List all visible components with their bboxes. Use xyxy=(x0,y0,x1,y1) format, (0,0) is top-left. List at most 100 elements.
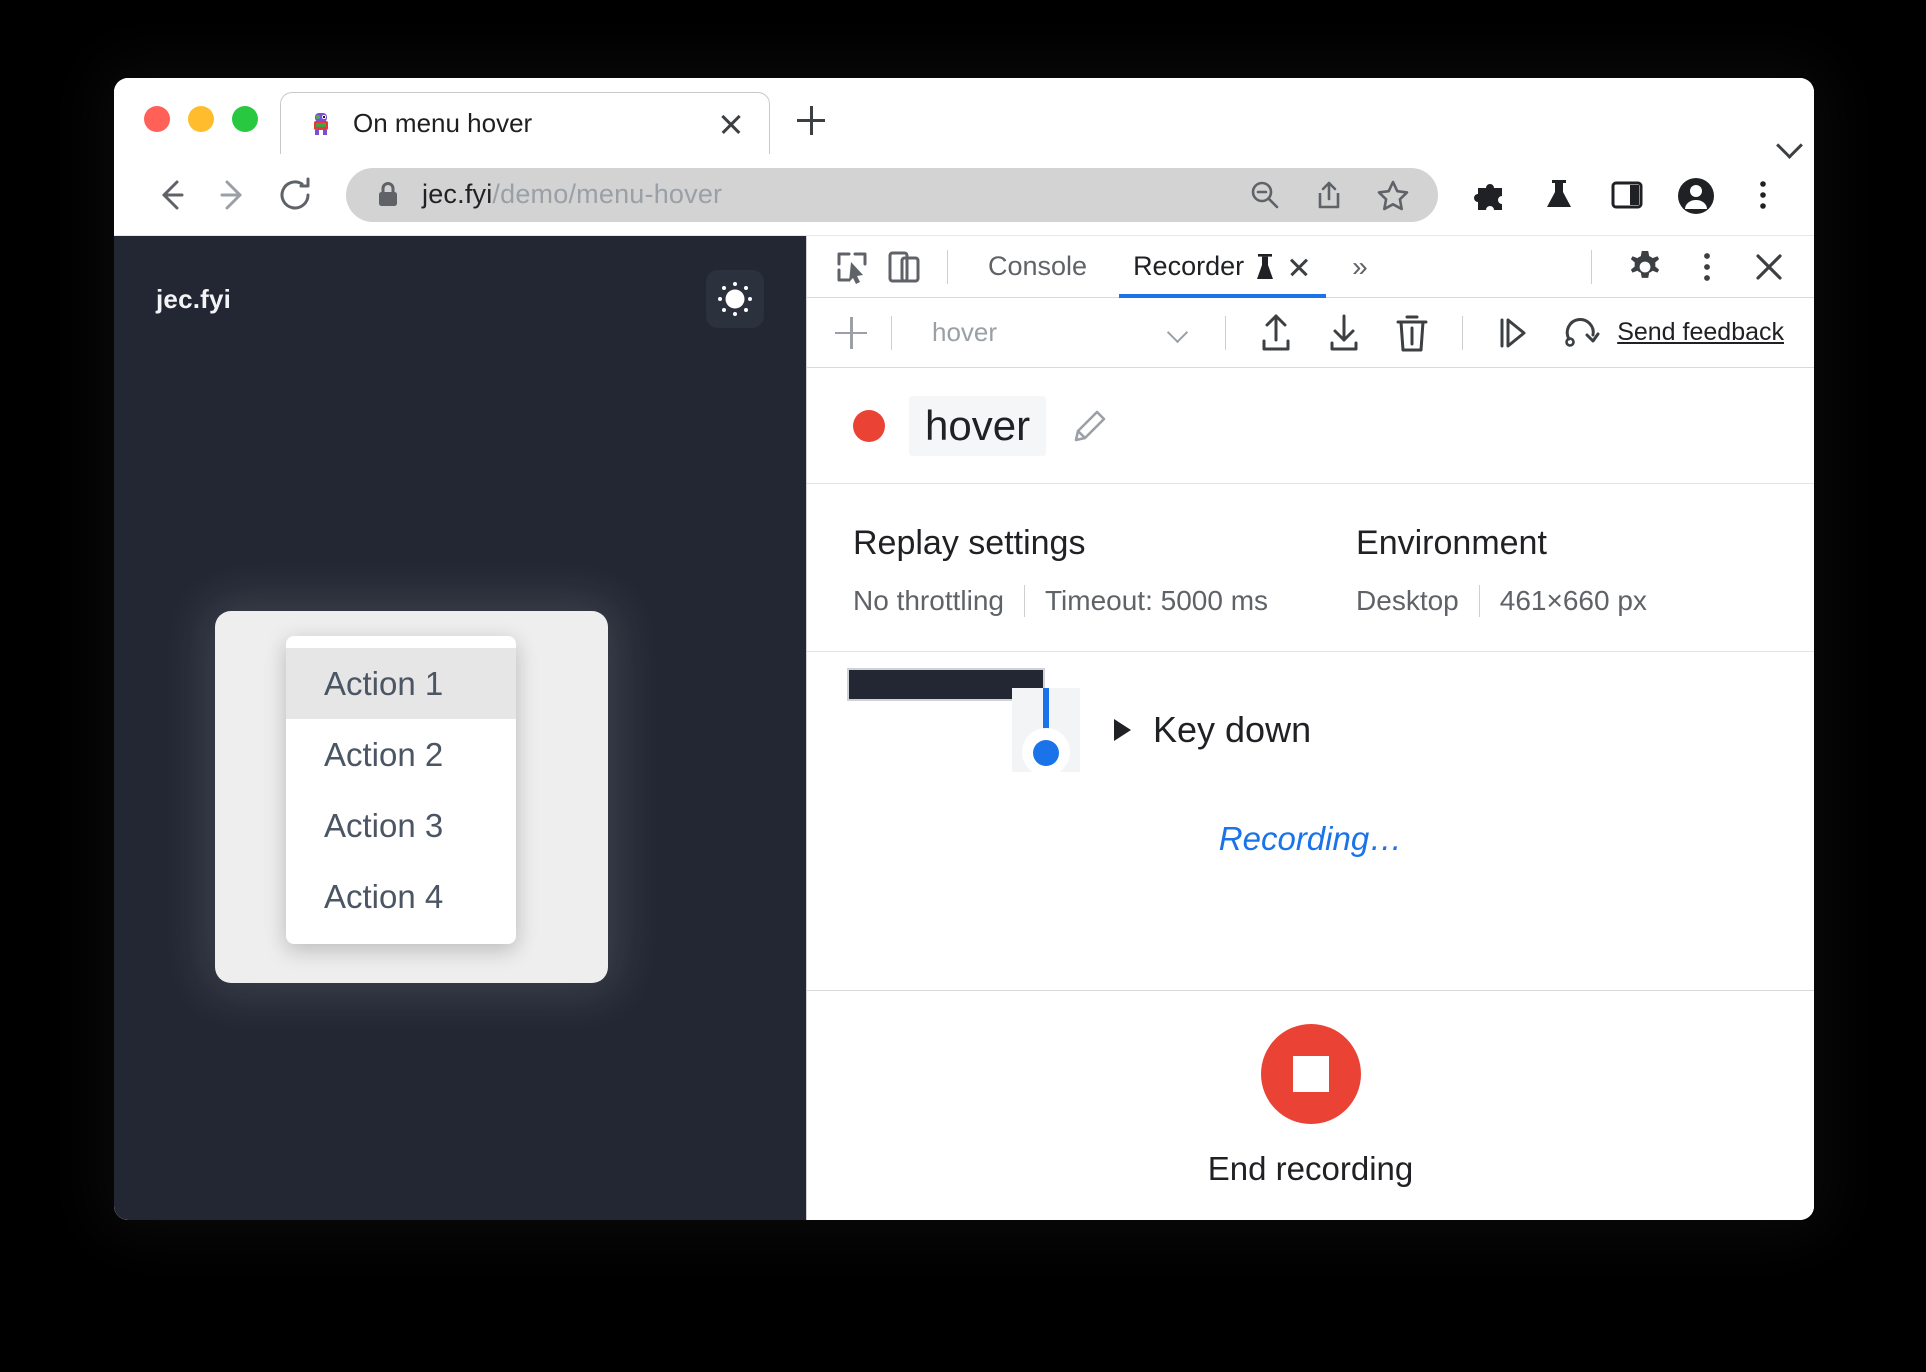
menu-item-label: Action 4 xyxy=(324,877,444,915)
environment-group: Environment Desktop 461×660 px xyxy=(1356,524,1647,617)
site-header: jec.fyi xyxy=(114,236,806,328)
import-recording-button[interactable] xyxy=(1252,309,1300,357)
replay-settings-heading: Replay settings xyxy=(853,524,1086,562)
more-tabs-icon[interactable]: » xyxy=(1338,252,1382,281)
chevron-down-icon xyxy=(1167,327,1189,339)
back-arrow-icon[interactable] xyxy=(144,168,198,222)
avatar-icon[interactable] xyxy=(1674,174,1716,216)
step-timeline-rail xyxy=(1012,688,1080,776)
kebab-menu-icon[interactable] xyxy=(1742,174,1784,216)
url-text: jec.fyi/demo/menu-hover xyxy=(422,179,1226,210)
end-recording-label: End recording xyxy=(1207,1149,1414,1187)
reload-icon[interactable] xyxy=(268,168,322,222)
end-recording-button[interactable] xyxy=(1260,1023,1361,1124)
dinosaur-favicon xyxy=(307,110,335,138)
value-divider xyxy=(1478,585,1480,617)
star-icon[interactable] xyxy=(1374,176,1412,214)
throttling-value[interactable]: No throttling xyxy=(853,585,1004,617)
tab-strip: On menu hover xyxy=(114,78,1814,154)
replay-settings-values: No throttling Timeout: 5000 ms xyxy=(853,585,1268,617)
environment-heading: Environment xyxy=(1356,524,1547,562)
devtools-panel: Console Recorder » hover Send feedback h… xyxy=(807,236,1814,1220)
recorder-toolbar: hover Send feedback xyxy=(807,298,1814,368)
menu-item-action-4[interactable]: Action 4 xyxy=(286,861,516,932)
toolbar-divider xyxy=(1225,315,1227,350)
tab-search-area xyxy=(1778,136,1814,154)
recording-settings: Replay settings No throttling Timeout: 5… xyxy=(807,484,1814,652)
share-icon[interactable] xyxy=(1310,176,1348,214)
window-controls xyxy=(114,106,280,154)
export-recording-button[interactable] xyxy=(1320,309,1368,357)
recording-title[interactable]: hover xyxy=(909,395,1047,456)
tab-label: Recorder xyxy=(1133,251,1245,281)
pencil-icon[interactable] xyxy=(1070,406,1110,446)
minimize-window-button[interactable] xyxy=(188,106,214,132)
hover-menu: Action 1 Action 2 Action 3 Action 4 xyxy=(286,636,516,944)
inspect-element-icon[interactable] xyxy=(829,244,875,290)
devtools-tab-bar: Console Recorder » xyxy=(807,236,1814,298)
menu-item-action-3[interactable]: Action 3 xyxy=(286,790,516,861)
close-recorder-tab-icon[interactable] xyxy=(1286,254,1312,280)
close-window-button[interactable] xyxy=(144,106,170,132)
navigation-bar: jec.fyi/demo/menu-hover xyxy=(114,154,1814,236)
delete-recording-button[interactable] xyxy=(1388,309,1436,357)
zoom-out-icon[interactable] xyxy=(1246,176,1284,214)
puzzle-icon[interactable] xyxy=(1470,174,1512,216)
screenshot-stage: On menu hover jec.fyi/demo/menu-hover je… xyxy=(0,0,1926,1372)
recorder-footer: End recording xyxy=(807,990,1814,1220)
recording-select-value: hover xyxy=(932,317,998,347)
url-path: /demo/menu-hover xyxy=(492,179,723,209)
tab-title: On menu hover xyxy=(353,108,533,138)
menu-item-action-2[interactable]: Action 2 xyxy=(286,719,516,790)
menu-item-label: Action 2 xyxy=(324,735,444,773)
device-toolbar-icon[interactable] xyxy=(881,244,927,290)
page-viewport: jec.fyi Hover me! Action 1 Action 2 xyxy=(114,236,807,1220)
menu-item-label: Action 3 xyxy=(324,806,444,844)
kebab-menu-icon[interactable] xyxy=(1684,244,1730,290)
site-logo[interactable]: jec.fyi xyxy=(156,284,231,315)
maximize-window-button[interactable] xyxy=(232,106,258,132)
new-tab-button[interactable] xyxy=(784,94,838,148)
browser-window: On menu hover jec.fyi/demo/menu-hover je… xyxy=(114,78,1814,1220)
step-row[interactable]: Key down xyxy=(807,688,1312,776)
timeline-line xyxy=(1043,688,1049,732)
forward-arrow-icon[interactable] xyxy=(206,168,260,222)
recording-title-row: hover xyxy=(807,368,1814,484)
triangle-right-icon[interactable] xyxy=(1114,719,1131,741)
replay-settings-group: Replay settings No throttling Timeout: 5… xyxy=(853,524,1268,617)
device-value: Desktop xyxy=(1356,585,1459,616)
timeline-dot xyxy=(1033,740,1059,766)
theme-toggle-button[interactable] xyxy=(706,270,764,328)
value-divider xyxy=(1023,585,1025,617)
recorder-steps-list: Key down Recording… xyxy=(807,652,1814,990)
replay-step-button[interactable] xyxy=(1489,309,1537,357)
toolbar-divider xyxy=(947,249,948,284)
gear-icon[interactable] xyxy=(1622,244,1668,290)
step-label: Key down xyxy=(1153,709,1312,750)
tab-console[interactable]: Console xyxy=(968,236,1107,298)
toolbar-divider xyxy=(891,315,892,350)
address-bar[interactable]: jec.fyi/demo/menu-hover xyxy=(346,167,1438,222)
recording-status-text: Recording… xyxy=(1218,820,1403,857)
add-recording-button[interactable] xyxy=(829,311,873,355)
close-devtools-icon[interactable] xyxy=(1746,244,1792,290)
rerecord-button[interactable] xyxy=(1557,309,1605,357)
stop-square-icon xyxy=(1292,1055,1329,1092)
browser-tab[interactable]: On menu hover xyxy=(280,92,770,154)
environment-values: Desktop 461×660 px xyxy=(1356,585,1647,617)
side-panel-icon[interactable] xyxy=(1606,174,1648,216)
devtools-tab-bar-actions xyxy=(1577,244,1792,290)
timeout-value[interactable]: Timeout: 5000 ms xyxy=(1045,585,1268,617)
omnibox-actions xyxy=(1246,176,1422,214)
tab-label: Console xyxy=(988,251,1088,281)
flask-icon[interactable] xyxy=(1538,174,1580,216)
sun-icon xyxy=(725,289,745,309)
send-feedback-link[interactable]: Send feedback xyxy=(1617,318,1792,347)
recording-select[interactable]: hover xyxy=(910,317,1207,348)
close-tab-icon[interactable] xyxy=(715,108,747,140)
menu-item-action-1[interactable]: Action 1 xyxy=(286,648,516,719)
toolbar-divider xyxy=(1462,315,1464,350)
tab-recorder[interactable]: Recorder xyxy=(1113,236,1332,298)
content-area: jec.fyi Hover me! Action 1 Action 2 xyxy=(114,236,1814,1220)
lock-icon xyxy=(374,179,402,211)
